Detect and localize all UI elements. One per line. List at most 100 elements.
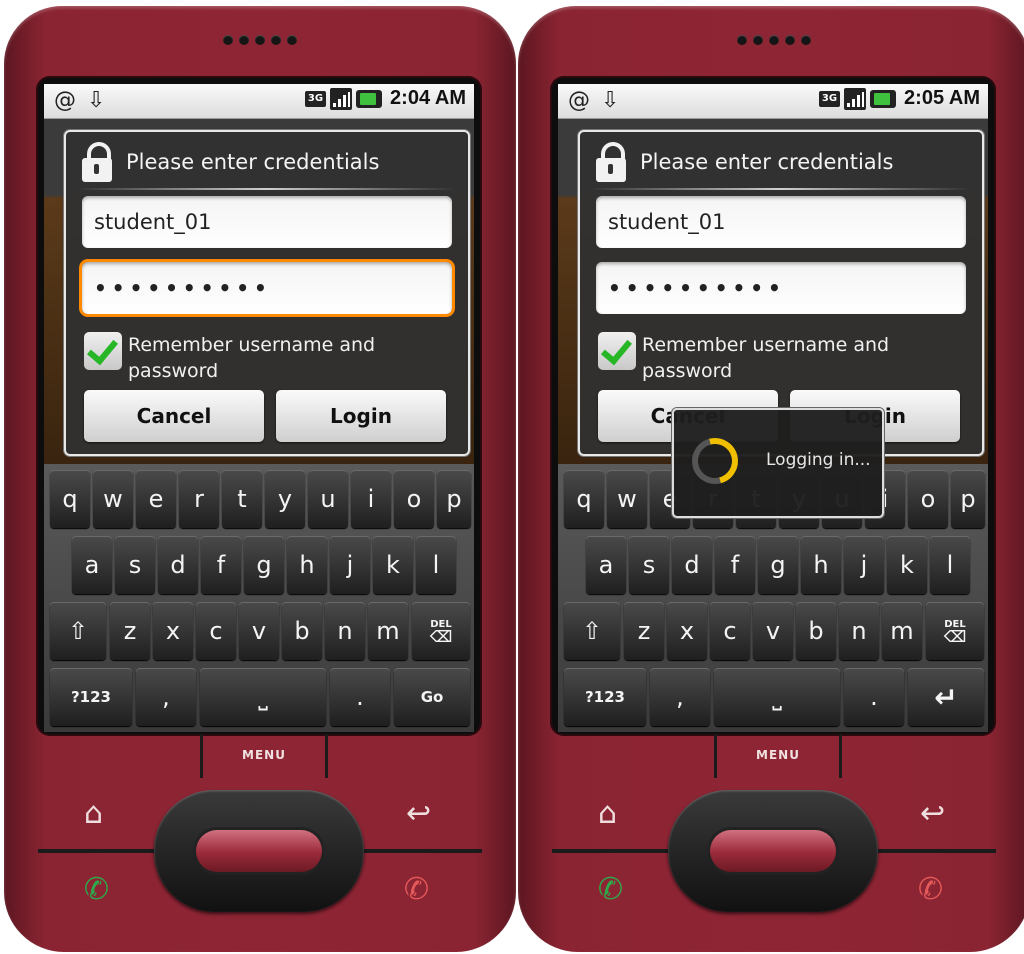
key-z[interactable]: z: [110, 602, 150, 660]
key-p[interactable]: p: [437, 470, 471, 528]
menu-button[interactable]: MENU: [200, 734, 328, 778]
key-x[interactable]: x: [153, 602, 193, 660]
delete-key[interactable]: DEL ⌫: [412, 602, 470, 660]
battery-icon: [870, 89, 897, 108]
download-icon: ⇩: [87, 88, 106, 113]
lock-icon: [594, 142, 628, 182]
key-s[interactable]: s: [115, 536, 155, 594]
period-key[interactable]: .: [330, 668, 390, 726]
key-w[interactable]: w: [93, 470, 133, 528]
back-icon[interactable]: ↩: [406, 796, 431, 831]
key-g[interactable]: g: [758, 536, 798, 594]
go-key[interactable]: Go: [394, 668, 470, 726]
key-h[interactable]: h: [287, 536, 327, 594]
password-field[interactable]: ••••••••••: [596, 262, 966, 314]
status-bar: @ ⇩ 3G 2:05 AM: [558, 84, 988, 119]
end-call-icon[interactable]: ✆: [404, 872, 429, 907]
key-w[interactable]: w: [607, 470, 647, 528]
key-n[interactable]: n: [839, 602, 879, 660]
comma-key[interactable]: ,: [650, 668, 710, 726]
trackball[interactable]: [668, 790, 878, 912]
key-l[interactable]: l: [930, 536, 970, 594]
key-q[interactable]: q: [564, 470, 604, 528]
cancel-button[interactable]: Cancel: [84, 390, 264, 442]
screen: @ ⇩ 3G 2:05 AM Please enter credentials: [558, 84, 988, 732]
comma-key[interactable]: ,: [136, 668, 196, 726]
shift-key[interactable]: ⇧: [50, 602, 106, 660]
trackball-button[interactable]: [196, 830, 322, 872]
remember-checkbox[interactable]: [84, 332, 122, 370]
status-bar: @ ⇩ 3G 2:04 AM: [44, 84, 474, 119]
key-o[interactable]: o: [394, 470, 434, 528]
key-g[interactable]: g: [244, 536, 284, 594]
key-o[interactable]: o: [908, 470, 948, 528]
key-l[interactable]: l: [416, 536, 456, 594]
screen: @ ⇩ 3G 2:04 AM Please enter credentials: [44, 84, 474, 732]
key-x[interactable]: x: [667, 602, 707, 660]
key-t[interactable]: t: [222, 470, 262, 528]
username-field[interactable]: student_01: [82, 196, 452, 248]
divider-line: [360, 849, 482, 853]
progress-dialog: Logging in...: [672, 408, 884, 518]
credentials-dialog: Please enter credentials student_01 ••••…: [64, 130, 470, 456]
key-i[interactable]: i: [351, 470, 391, 528]
key-j[interactable]: j: [330, 536, 370, 594]
clock: 2:04 AM: [390, 87, 466, 109]
title-divider: [76, 188, 456, 190]
key-a[interactable]: a: [72, 536, 112, 594]
key-b[interactable]: b: [796, 602, 836, 660]
key-k[interactable]: k: [887, 536, 927, 594]
key-r[interactable]: r: [179, 470, 219, 528]
key-a[interactable]: a: [586, 536, 626, 594]
key-z[interactable]: z: [624, 602, 664, 660]
call-icon[interactable]: ✆: [598, 872, 623, 907]
key-d[interactable]: d: [158, 536, 198, 594]
key-u[interactable]: u: [308, 470, 348, 528]
key-v[interactable]: v: [239, 602, 279, 660]
space-key[interactable]: ⎵: [714, 668, 840, 726]
trackball-button[interactable]: [710, 830, 836, 872]
end-call-icon[interactable]: ✆: [918, 872, 943, 907]
symbols-key[interactable]: ?123: [564, 668, 646, 726]
key-y[interactable]: y: [265, 470, 305, 528]
backspace-icon: ⌫: [943, 627, 967, 646]
delete-key[interactable]: DEL ⌫: [926, 602, 984, 660]
key-m[interactable]: m: [368, 602, 408, 660]
speaker-grille: [734, 30, 818, 46]
password-field[interactable]: ••••••••••: [82, 262, 452, 314]
phone-right: @ ⇩ 3G 2:05 AM Please enter credentials: [518, 6, 1024, 952]
key-f[interactable]: f: [201, 536, 241, 594]
login-button[interactable]: Login: [276, 390, 446, 442]
menu-button[interactable]: MENU: [714, 734, 842, 778]
space-key[interactable]: ⎵: [200, 668, 326, 726]
key-k[interactable]: k: [373, 536, 413, 594]
key-d[interactable]: d: [672, 536, 712, 594]
soft-keyboard: q w e r t y u i o p a s d f g h j k l: [44, 464, 474, 732]
period-key[interactable]: .: [844, 668, 904, 726]
key-b[interactable]: b: [282, 602, 322, 660]
call-icon[interactable]: ✆: [84, 872, 109, 907]
key-e[interactable]: e: [136, 470, 176, 528]
key-m[interactable]: m: [882, 602, 922, 660]
key-s[interactable]: s: [629, 536, 669, 594]
key-q[interactable]: q: [50, 470, 90, 528]
key-h[interactable]: h: [801, 536, 841, 594]
remember-checkbox[interactable]: [598, 332, 636, 370]
back-icon[interactable]: ↩: [920, 796, 945, 831]
shift-key[interactable]: ⇧: [564, 602, 620, 660]
symbols-key[interactable]: ?123: [50, 668, 132, 726]
trackball[interactable]: [154, 790, 364, 912]
username-field[interactable]: student_01: [596, 196, 966, 248]
key-c[interactable]: c: [196, 602, 236, 660]
remember-label: Remember username and password: [642, 334, 890, 382]
key-f[interactable]: f: [715, 536, 755, 594]
enter-key[interactable]: ↵: [908, 668, 984, 726]
key-j[interactable]: j: [844, 536, 884, 594]
home-icon[interactable]: ⌂: [598, 796, 617, 831]
key-n[interactable]: n: [325, 602, 365, 660]
home-icon[interactable]: ⌂: [84, 796, 103, 831]
key-c[interactable]: c: [710, 602, 750, 660]
key-p[interactable]: p: [951, 470, 985, 528]
key-v[interactable]: v: [753, 602, 793, 660]
backspace-icon: ⌫: [429, 627, 453, 646]
